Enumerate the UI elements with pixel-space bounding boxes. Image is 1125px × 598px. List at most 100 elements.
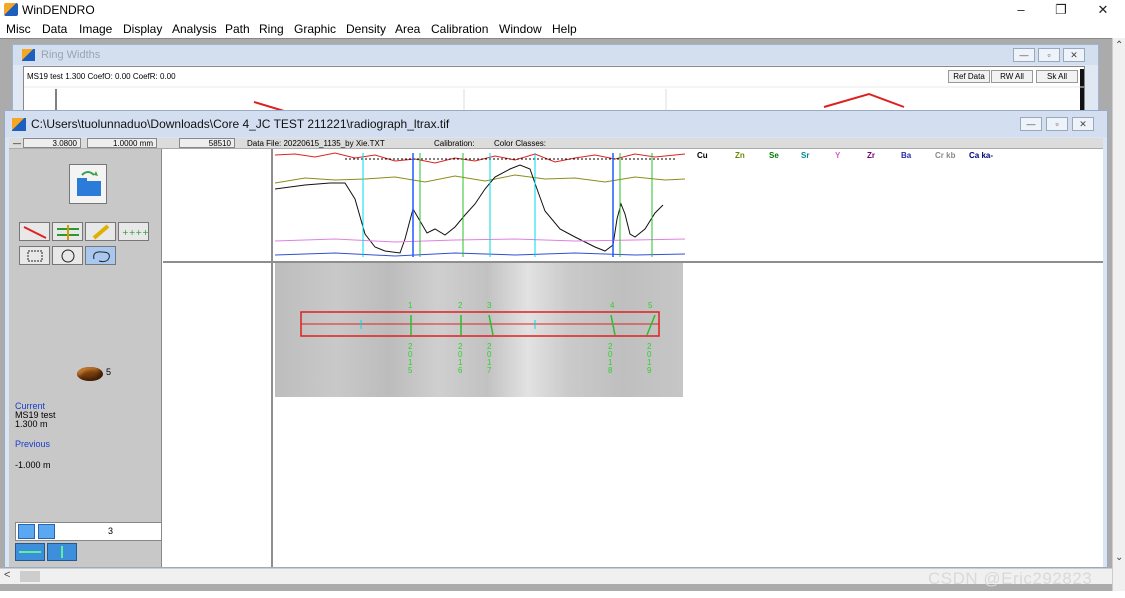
left-splitter[interactable]: [271, 149, 273, 567]
grid-tool-icon: [57, 225, 79, 240]
close-icon[interactable]: ✕: [1063, 48, 1085, 62]
ellipse-select-icon: [61, 249, 75, 263]
ring-number: 3: [487, 301, 492, 310]
watermark: CSDN @Eric292823: [928, 569, 1093, 588]
radiograph-image[interactable]: 1 2 3 4 5 2015 2016 2017 2018 2019: [275, 263, 683, 397]
element-ba: Ba: [901, 151, 912, 160]
zoom-row: 3: [15, 522, 162, 541]
menu-area[interactable]: Area: [395, 22, 420, 36]
menu-misc[interactable]: Misc: [6, 22, 31, 36]
image-window-title: C:\Users\tuolunnaduo\Downloads\Core 4_JC…: [31, 117, 450, 131]
menu-image[interactable]: Image: [79, 22, 112, 36]
element-se: Se: [769, 151, 779, 160]
element-legend: Cu Zn Se Sr Y Zr Ba Cr kb Ca ka-: [695, 149, 1103, 165]
close-icon[interactable]: ✕: [1072, 117, 1094, 131]
ring-boundary: [610, 314, 616, 336]
dash-icon: —: [13, 139, 21, 148]
horizontal-line-tool[interactable]: [15, 543, 45, 561]
tool-panel: ++++ 5 Current MS19 test 1.300 m Previou…: [9, 149, 162, 567]
app-title-bar: WinDENDRO – ❐ ✕: [0, 0, 1125, 20]
ring-year: 2018: [608, 342, 613, 375]
element-cr-kb: Cr kb: [935, 151, 956, 160]
restore-icon[interactable]: ▫: [1046, 117, 1068, 131]
scroll-left-icon[interactable]: <: [4, 569, 10, 581]
ring-boundary: [646, 314, 656, 336]
app-icon: [4, 3, 18, 16]
element-ca-ka: Ca ka-: [969, 151, 994, 160]
menu-help[interactable]: Help: [552, 22, 577, 36]
zoom-out-icon[interactable]: [38, 524, 55, 539]
vertical-line-icon: [61, 546, 63, 558]
lasso-select-icon: [93, 251, 110, 263]
element-zn: Zn: [735, 151, 745, 160]
sample-count: 5: [106, 367, 112, 377]
sample-core-icon: [77, 367, 103, 381]
close-icon[interactable]: ✕: [1085, 1, 1121, 19]
position-field[interactable]: 3.0800: [23, 138, 81, 148]
lasso-select-button[interactable]: [85, 246, 116, 265]
minimize-icon[interactable]: —: [1020, 117, 1042, 131]
ring-number: 4: [610, 301, 615, 310]
image-window-client: — 3.0800 1.0000 mm 58510 Data File: 2022…: [9, 138, 1103, 567]
menu-graphic[interactable]: Graphic: [294, 22, 336, 36]
menu-calibration[interactable]: Calibration: [431, 22, 488, 36]
menu-window[interactable]: Window: [499, 22, 542, 36]
ring-year: 2019: [647, 342, 652, 375]
minimize-icon[interactable]: –: [1003, 1, 1039, 19]
ring-widths-plot: MS19 test 1.300 CoefO: 0.00 CoefR: 0.00 …: [23, 66, 1085, 115]
previous-value: -1.000 m: [15, 460, 51, 470]
menu-density[interactable]: Density: [346, 22, 386, 36]
data-file-label: Data File: 20220615_1135_by Xie.TXT: [247, 139, 385, 148]
ring-width-series: [823, 92, 905, 108]
window-icon: [12, 118, 26, 131]
image-window: C:\Users\tuolunnaduo\Downloads\Core 4_JC…: [4, 110, 1108, 568]
minimize-icon[interactable]: —: [1013, 48, 1035, 62]
vertical-scrollbar[interactable]: ⌃ ⌄: [1112, 38, 1125, 591]
info-bar: — 3.0800 1.0000 mm 58510 Data File: 2022…: [9, 138, 1103, 149]
menu-bar: Misc Data Image Display Analysis Path Ri…: [0, 20, 1125, 38]
restore-icon[interactable]: ▫: [1038, 48, 1060, 62]
scroll-thumb[interactable]: [20, 571, 40, 582]
calibration-label: Calibration:: [434, 139, 475, 148]
zoom-level: 3: [108, 526, 114, 536]
ellipse-select-button[interactable]: [52, 246, 83, 265]
pencil-tool-button[interactable]: [85, 222, 116, 241]
line-tool-button[interactable]: [19, 222, 50, 241]
grid-tool-button[interactable]: [52, 222, 83, 241]
menu-ring[interactable]: Ring: [259, 22, 284, 36]
color-classes-label: Color Classes:: [494, 139, 547, 148]
points-tool-button[interactable]: ++++: [118, 222, 149, 241]
ring-widths-chart: [24, 86, 1084, 115]
menu-data[interactable]: Data: [42, 22, 67, 36]
rectangle-select-button[interactable]: [19, 246, 50, 265]
menu-display[interactable]: Display: [123, 22, 162, 36]
ring-widths-title: Ring Widths: [41, 49, 101, 61]
ring-widths-window: Ring Widths — ▫ ✕ MS19 test 1.300 CoefO:…: [12, 44, 1099, 115]
zoom-in-icon[interactable]: [18, 524, 35, 539]
ring-number: 2: [458, 301, 463, 310]
vertical-line-tool[interactable]: [47, 543, 77, 561]
open-folder-button[interactable]: [69, 164, 107, 204]
element-y: Y: [835, 151, 841, 160]
ring-widths-titlebar[interactable]: Ring Widths — ▫ ✕: [13, 45, 1098, 65]
ring-number: 5: [648, 301, 653, 310]
radiograph-overlay: [300, 311, 660, 337]
menu-path[interactable]: Path: [225, 22, 250, 36]
count-field[interactable]: 58510: [179, 138, 235, 148]
ring-number: 1: [408, 301, 413, 310]
density-profile-chart: [275, 149, 695, 261]
rectangle-select-icon: [27, 250, 43, 262]
image-window-titlebar[interactable]: C:\Users\tuolunnaduo\Downloads\Core 4_JC…: [5, 111, 1107, 137]
restore-icon[interactable]: ❐: [1043, 1, 1079, 19]
scroll-down-icon[interactable]: ⌄: [1115, 552, 1123, 563]
scroll-up-icon[interactable]: ⌃: [1115, 40, 1123, 51]
open-folder-icon: [77, 171, 101, 196]
scale-field[interactable]: 1.0000 mm: [87, 138, 157, 148]
profile-bg: [275, 149, 695, 261]
current-value: 1.300 m: [15, 419, 48, 429]
menu-analysis[interactable]: Analysis: [172, 22, 217, 36]
element-sr: Sr: [801, 151, 810, 160]
previous-label: Previous: [15, 439, 51, 449]
svg-text:++++: ++++: [122, 228, 149, 237]
ring-boundary: [488, 314, 494, 336]
